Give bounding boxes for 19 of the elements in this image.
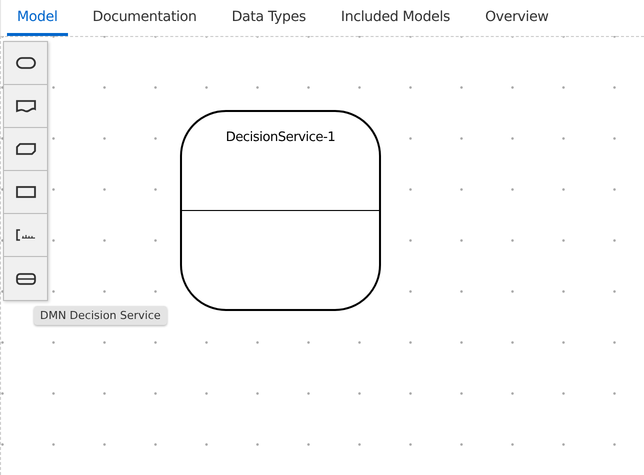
decision-service-node[interactable]: DecisionService-1 [180,110,381,311]
divided-shape-icon [14,270,36,286]
wave-shape-icon [14,98,36,114]
tab[interactable]: Model [7,0,68,36]
tab[interactable]: Data Types [222,0,316,36]
palette-button[interactable] [4,42,47,85]
palette-button[interactable] [4,257,47,300]
tab[interactable]: Documentation [82,0,207,36]
rectangle-shape-icon [14,184,36,200]
palette-button[interactable] [4,128,47,171]
palette-button[interactable] [4,85,47,128]
tooltip: DMN Decision Service [34,306,167,325]
palette-button[interactable] [4,171,47,214]
tab[interactable]: Overview [475,0,559,36]
node-title: DecisionService-1 [226,130,336,146]
cut-corner-shape-icon [14,141,36,157]
bracket-shape-icon [14,227,36,243]
tab[interactable]: Included Models [330,0,460,36]
pill-shape-icon [14,55,36,71]
